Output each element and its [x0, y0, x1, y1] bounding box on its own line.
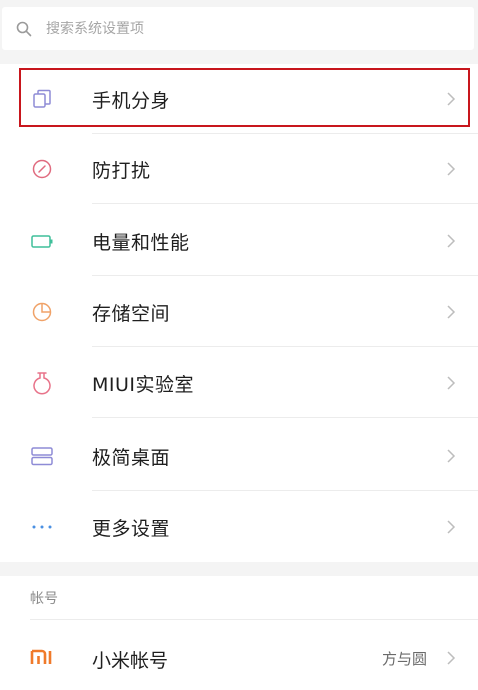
chevron-right-icon [447, 92, 456, 106]
chevron-right-icon [447, 305, 456, 319]
divider [30, 619, 478, 620]
settings-item-mi-account[interactable]: 小米帐号 方与圆 [0, 622, 478, 690]
chevron-right-icon [447, 162, 456, 176]
settings-item-battery-performance[interactable]: 电量和性能 [0, 206, 478, 276]
settings-item-label: 极简桌面 [92, 446, 171, 469]
search-input[interactable] [46, 20, 426, 37]
chevron-right-icon [447, 651, 456, 665]
section-gap [0, 562, 478, 576]
search-icon [16, 21, 32, 36]
lab-flask-icon [30, 371, 54, 395]
divider [92, 490, 478, 491]
settings-item-more-settings[interactable]: 更多设置 [0, 492, 478, 562]
settings-item-dual-apps[interactable]: 手机分身 [0, 64, 478, 134]
chevron-right-icon [447, 520, 456, 534]
watermark-text: 方与圆 [382, 650, 428, 668]
battery-icon [30, 229, 54, 253]
search-area [0, 0, 478, 64]
divider [92, 417, 478, 418]
settings-item-label: 更多设置 [92, 517, 171, 540]
settings-item-label: 存储空间 [92, 302, 171, 325]
divider [92, 346, 478, 347]
chevron-right-icon [447, 234, 456, 248]
settings-item-storage[interactable]: 存储空间 [0, 277, 478, 347]
settings-item-label: MIUI实验室 [92, 373, 195, 396]
settings-item-label: 小米帐号 [92, 650, 169, 672]
settings-item-simple-home[interactable]: 极简桌面 [0, 421, 478, 491]
simple-home-icon [30, 444, 54, 468]
chevron-right-icon [447, 449, 456, 463]
search-bar[interactable] [2, 7, 474, 50]
divider [92, 203, 478, 204]
mi-logo-icon [30, 649, 52, 664]
section-header-account: 帐号 [30, 591, 58, 607]
settings-item-label: 防打扰 [92, 159, 151, 182]
divider [92, 275, 478, 276]
settings-item-miui-lab[interactable]: MIUI实验室 [0, 348, 478, 418]
more-dots-icon [30, 515, 54, 539]
settings-item-do-not-disturb[interactable]: 防打扰 [0, 134, 478, 204]
storage-pie-icon [30, 300, 54, 324]
dual-apps-icon [30, 87, 54, 111]
do-not-disturb-icon [30, 157, 54, 181]
settings-item-label: 手机分身 [92, 89, 171, 112]
chevron-right-icon [447, 376, 456, 390]
settings-item-label: 电量和性能 [92, 231, 190, 254]
